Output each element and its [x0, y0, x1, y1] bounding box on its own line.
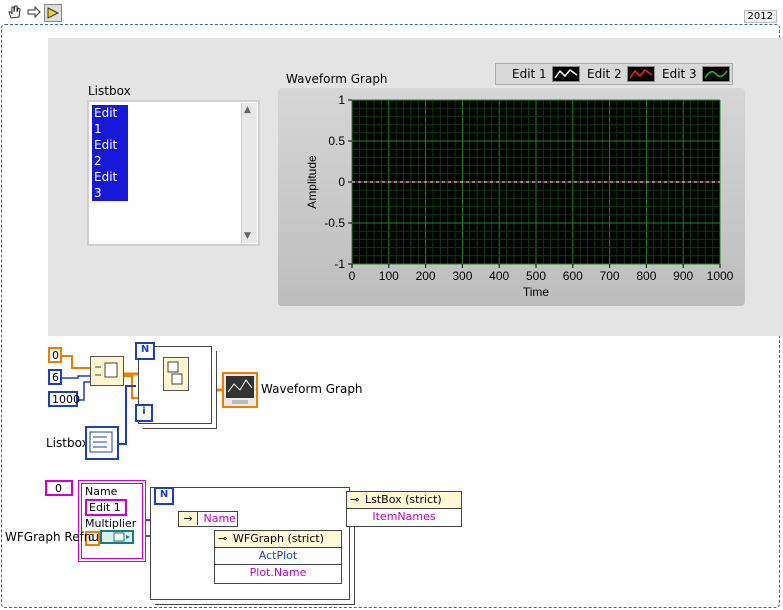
- lstbox-property-node[interactable]: ⊸ LstBox (strict) ItemNames: [346, 491, 462, 527]
- for-loop[interactable]: N i: [135, 342, 212, 424]
- listbox-terminal-label: Listbox: [46, 436, 89, 450]
- legend-swatch-edit2[interactable]: [627, 66, 655, 82]
- y-tick-label: -1: [334, 257, 345, 271]
- act-plot-row[interactable]: ActPlot: [215, 548, 341, 565]
- listbox-label: Listbox: [88, 84, 131, 98]
- toolbar: [2, 2, 62, 22]
- loop-count-terminal[interactable]: N: [135, 342, 155, 360]
- x-tick-label: 700: [600, 269, 620, 283]
- cluster-constant[interactable]: Name Edit 1 Multiplier 0: [78, 480, 146, 562]
- initialize-array-node[interactable]: [90, 356, 124, 386]
- x-tick-label: 900: [673, 269, 693, 283]
- x-axis-label: Time: [523, 285, 550, 299]
- hand-icon[interactable]: [6, 4, 22, 20]
- x-tick-label: 300: [452, 269, 472, 283]
- x-tick-label: 200: [416, 269, 436, 283]
- plot-legend[interactable]: Edit 1 Edit 2 Edit 3: [495, 63, 733, 85]
- refnum-label: WFGraph Refnum: [5, 530, 111, 544]
- waveform-graph-terminal-label: Waveform Graph: [261, 382, 363, 396]
- waveform-graph-label: Waveform Graph: [286, 72, 388, 86]
- y-tick-label: 0.5: [328, 134, 345, 148]
- loop-index-terminal: i: [135, 404, 153, 422]
- legend-name: Edit 1: [512, 67, 547, 81]
- legend-swatch-edit1[interactable]: [552, 66, 580, 82]
- y-tick-label: -0.5: [324, 216, 345, 230]
- loop-count-terminal[interactable]: N: [154, 487, 174, 505]
- listbox-scrollbar[interactable]: ▲ ▼: [241, 103, 257, 243]
- item-names-row[interactable]: ItemNames: [347, 509, 461, 525]
- x-tick-label: 400: [489, 269, 509, 283]
- x-tick-label: 800: [636, 269, 656, 283]
- listbox[interactable]: Edit 1 Edit 2 Edit 3 ▲ ▼: [87, 100, 260, 246]
- array-node[interactable]: [163, 357, 189, 391]
- unbundle-by-name-node[interactable]: → Name: [178, 511, 238, 527]
- legend-swatch-edit3[interactable]: [702, 66, 730, 82]
- scroll-down-icon[interactable]: ▼: [244, 231, 251, 241]
- waveform-graph[interactable]: 0 100 200 300 400 500 600 700 800 900 1000 1 0.5 0 -0.…: [278, 88, 745, 306]
- x-tick-label: 1000: [707, 269, 734, 283]
- refnum-terminal[interactable]: [100, 530, 134, 544]
- lstbox-property-header: ⊸ LstBox (strict): [347, 492, 461, 509]
- listbox-item[interactable]: Edit 2: [92, 137, 128, 169]
- cluster-field-edit[interactable]: Edit 1: [85, 499, 127, 516]
- y-axis-label: Amplitude: [305, 155, 319, 209]
- numeric-constant[interactable]: 0: [45, 480, 73, 496]
- plot-name-row[interactable]: Plot.Name: [215, 565, 341, 581]
- cluster-field-multiplier: Multiplier: [85, 517, 137, 530]
- x-tick-label: 600: [563, 269, 583, 283]
- listbox-item[interactable]: Edit 1: [92, 105, 128, 137]
- scroll-up-icon[interactable]: ▲: [244, 105, 251, 115]
- numeric-constant[interactable]: 1000: [48, 391, 80, 407]
- key-icon: ⊸: [350, 493, 360, 506]
- listbox-item[interactable]: Edit 3: [92, 169, 128, 201]
- x-tick-label: 500: [526, 269, 546, 283]
- arrow-icon[interactable]: [26, 4, 42, 20]
- waveform-graph-terminal[interactable]: [222, 372, 258, 408]
- legend-name: Edit 3: [662, 67, 697, 81]
- wfgraph-property-node[interactable]: ⊸ WFGraph (strict) ActPlot Plot.Name: [214, 530, 342, 584]
- wfgraph-property-header: ⊸ WFGraph (strict): [215, 531, 341, 548]
- numeric-constant[interactable]: 6: [48, 369, 62, 385]
- legend-name: Edit 2: [587, 67, 622, 81]
- run-icon[interactable]: [44, 4, 62, 22]
- x-tick-label: 100: [379, 269, 399, 283]
- cluster-field-name: Name: [85, 485, 118, 498]
- listbox-terminal[interactable]: [85, 426, 119, 460]
- key-icon: ⊸: [218, 532, 228, 545]
- numeric-constant[interactable]: 0: [48, 347, 62, 363]
- y-tick-label: 1: [338, 93, 345, 107]
- name-field: Name: [203, 512, 236, 525]
- version-badge: 2012: [743, 10, 777, 23]
- x-tick-label: 0: [349, 269, 356, 283]
- y-tick-label: 0: [338, 175, 345, 189]
